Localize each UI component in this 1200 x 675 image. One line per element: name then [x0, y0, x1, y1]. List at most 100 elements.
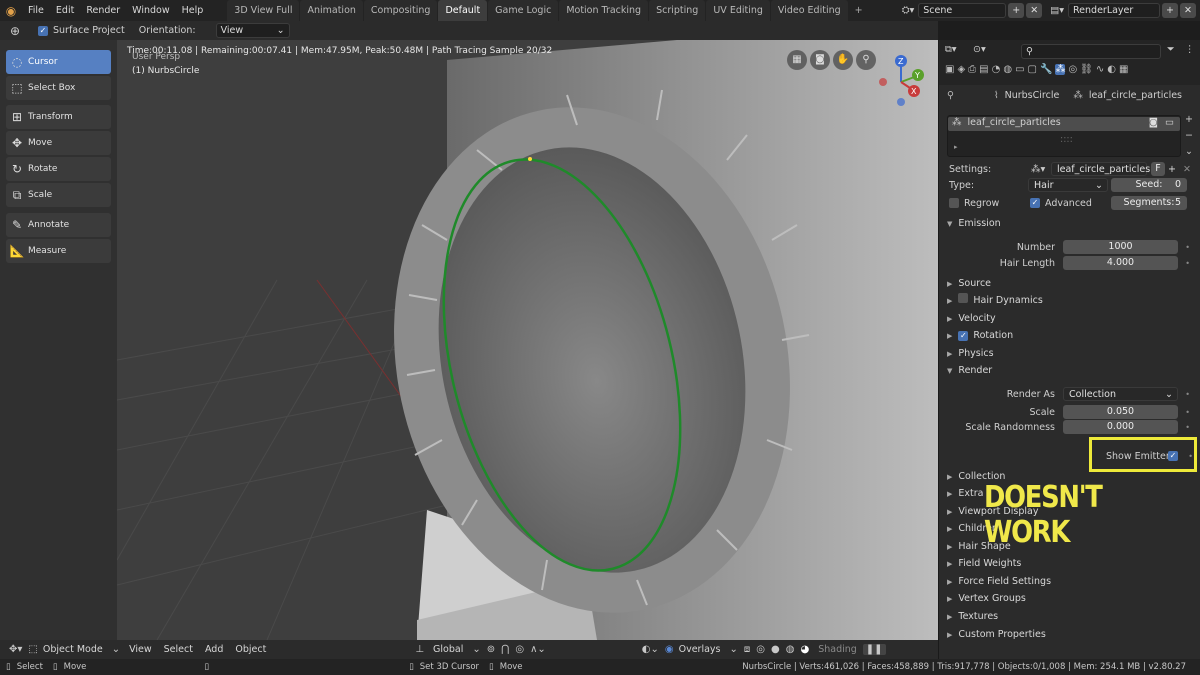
falloff-curve-icon[interactable]: ∧⌄	[527, 644, 549, 655]
slot-menu-icon[interactable]: ⌄	[1185, 146, 1193, 157]
tool-annotate[interactable]: ✎ Annotate	[6, 213, 111, 237]
tab-uv-editing[interactable]: UV Editing	[706, 0, 770, 21]
collection-tab-icon[interactable]: ▭	[1015, 64, 1024, 75]
add-workspace-icon[interactable]: +	[849, 0, 869, 21]
rotation-checkbox[interactable]: ✓	[958, 331, 969, 341]
particle-settings-icon[interactable]: ⁂▾	[1031, 164, 1045, 175]
list-item[interactable]: ⁂ leaf_circle_particles ◙ ▭	[948, 117, 1180, 131]
zoom-icon[interactable]: ⚲	[856, 50, 876, 70]
tab-game-logic[interactable]: Game Logic	[488, 0, 559, 21]
section-field-weights[interactable]: ▶ Field Weights	[939, 556, 1200, 572]
tool-settings-icon[interactable]: ⊕	[0, 24, 30, 38]
3d-viewport[interactable]: Time:00:11.08 | Remaining:00:07.41 | Mem…	[117, 40, 938, 640]
menu-window[interactable]: Window	[126, 5, 175, 16]
xray-icon[interactable]: ⧈	[741, 644, 753, 655]
menu-help[interactable]: Help	[176, 5, 210, 16]
settings-datablock-field[interactable]: leaf_circle_particles	[1051, 162, 1150, 176]
view-layer-icon[interactable]: ▤▾	[1050, 5, 1064, 16]
solid-shading-icon[interactable]: ●	[768, 644, 783, 655]
view-layer-tab-icon[interactable]: ▤	[979, 64, 988, 75]
shading-dropdown[interactable]: Shading	[812, 644, 863, 655]
overlays-dropdown[interactable]: Overlays	[677, 644, 727, 655]
keyframe-dot-icon[interactable]: •	[1185, 243, 1190, 252]
output-tab-icon[interactable]: ⎙	[968, 64, 976, 75]
fake-user-button[interactable]: F	[1151, 162, 1165, 176]
outliner-filter-icon[interactable]: ⧉▾	[945, 44, 957, 55]
surface-project-checkbox[interactable]: ✓	[38, 25, 48, 36]
modifier-tab-icon[interactable]: 🔧	[1040, 64, 1052, 75]
new-settings-icon[interactable]: +	[1168, 164, 1176, 175]
menu-view[interactable]: View	[123, 644, 158, 655]
type-dropdown[interactable]: Hair ⌄	[1028, 178, 1108, 192]
tab-motion-tracking[interactable]: Motion Tracking	[559, 0, 649, 21]
number-field[interactable]: 1000	[1063, 240, 1178, 254]
menu-edit[interactable]: Edit	[50, 5, 80, 16]
transform-orientation-dropdown[interactable]: Global	[427, 644, 469, 655]
editor-type-icon[interactable]: ✥▾	[6, 644, 25, 655]
particles-tab-icon[interactable]: ⁂	[1055, 64, 1066, 75]
tab-video-editing[interactable]: Video Editing	[770, 0, 848, 21]
tool-measure[interactable]: 📐 Measure	[6, 239, 111, 263]
keyframe-dot-icon[interactable]: •	[1185, 423, 1190, 432]
section-emission[interactable]: ▼ Emission	[939, 216, 1200, 232]
section-vertex-groups[interactable]: ▶ Vertex Groups	[939, 591, 1200, 607]
section-velocity[interactable]: ▶ Velocity	[939, 311, 1200, 327]
section-physics[interactable]: ▶ Physics	[939, 346, 1200, 362]
viewport-toggle-icon[interactable]: ▭	[1165, 117, 1174, 128]
tab-compositing[interactable]: Compositing	[363, 0, 438, 21]
navigation-gizmo[interactable]: Z Y X	[877, 54, 927, 110]
options-icon[interactable]: ⋮	[1185, 44, 1195, 55]
remove-slot-icon[interactable]: −	[1185, 130, 1193, 141]
section-textures[interactable]: ▶ Textures	[939, 609, 1200, 625]
gizmo-neg-z-ball[interactable]	[897, 98, 905, 106]
tool-rotate[interactable]: ↻ Rotate	[6, 157, 111, 181]
constraints-tab-icon[interactable]: ⛓	[1080, 64, 1093, 75]
advanced-checkbox[interactable]: ✓	[1030, 198, 1040, 208]
section-render[interactable]: ▼ Render	[939, 363, 1200, 379]
object-mode-dropdown[interactable]: Object Mode	[41, 644, 109, 655]
tool-cursor[interactable]: ◌ Cursor	[6, 50, 111, 74]
hair-dynamics-checkbox[interactable]	[958, 293, 969, 303]
rendered-shading-icon[interactable]: ◕	[797, 644, 812, 655]
tool-select-box[interactable]: ⬚ Select Box	[6, 76, 111, 100]
tool-move[interactable]: ✥ Move	[6, 131, 111, 155]
scale-randomness-field[interactable]: 0.000	[1063, 420, 1178, 434]
visibility-icon[interactable]: ◐⌄	[639, 644, 662, 655]
keyframe-dot-icon[interactable]: •	[1185, 259, 1190, 268]
blender-logo-icon[interactable]: ◉	[0, 4, 22, 18]
snap-magnet-icon[interactable]: ⋂	[498, 644, 512, 655]
pause-icon[interactable]: ❚❚	[862, 644, 886, 655]
view-layer-field[interactable]: RenderLayer	[1068, 3, 1160, 18]
pin-icon[interactable]: ⚲	[947, 90, 954, 101]
toggle-camera-view-icon[interactable]: ▦	[787, 50, 807, 70]
menu-add[interactable]: Add	[199, 644, 229, 655]
camera-icon[interactable]: ◙	[810, 50, 830, 70]
display-mode-icon[interactable]: ⊙▾	[973, 44, 986, 55]
menu-file[interactable]: File	[22, 5, 50, 16]
tab-default[interactable]: Default	[438, 0, 488, 21]
add-slot-icon[interactable]: +	[1185, 114, 1193, 125]
tab-scripting[interactable]: Scripting	[649, 0, 706, 21]
keyframe-dot-icon[interactable]: •	[1185, 408, 1190, 417]
scale-field[interactable]: 0.050	[1063, 405, 1178, 419]
section-hair-dynamics[interactable]: ▶ Hair Dynamics	[939, 293, 1200, 309]
world-tab-icon[interactable]: ◍	[1003, 64, 1012, 75]
wireframe-shading-icon[interactable]: ◎	[753, 644, 768, 655]
scene-tab-icon[interactable]: ◔	[992, 64, 1001, 75]
pan-hand-icon[interactable]: ✋	[833, 50, 853, 70]
keyframe-dot-icon[interactable]: •	[1185, 390, 1190, 399]
new-view-layer-button[interactable]: +	[1162, 3, 1178, 18]
menu-select[interactable]: Select	[158, 644, 199, 655]
tool-tab-icon[interactable]: ▣	[945, 64, 954, 75]
physics-tab-icon[interactable]: ◎	[1068, 64, 1077, 75]
section-rotation[interactable]: ▶ ✓ Rotation	[939, 328, 1200, 344]
segments-field[interactable]: Segments: 5	[1111, 196, 1187, 210]
new-scene-button[interactable]: +	[1008, 3, 1025, 18]
regrow-checkbox[interactable]	[949, 198, 959, 208]
render-as-dropdown[interactable]: Collection ⌄	[1063, 387, 1178, 401]
properties-search-input[interactable]: ⚲	[1021, 44, 1161, 59]
tool-transform[interactable]: ⊞ Transform	[6, 105, 111, 129]
tool-scale[interactable]: ⧉ Scale	[6, 183, 111, 207]
hair-length-field[interactable]: 4.000	[1063, 256, 1178, 270]
orientation-dropdown[interactable]: View ⌄	[215, 23, 290, 38]
